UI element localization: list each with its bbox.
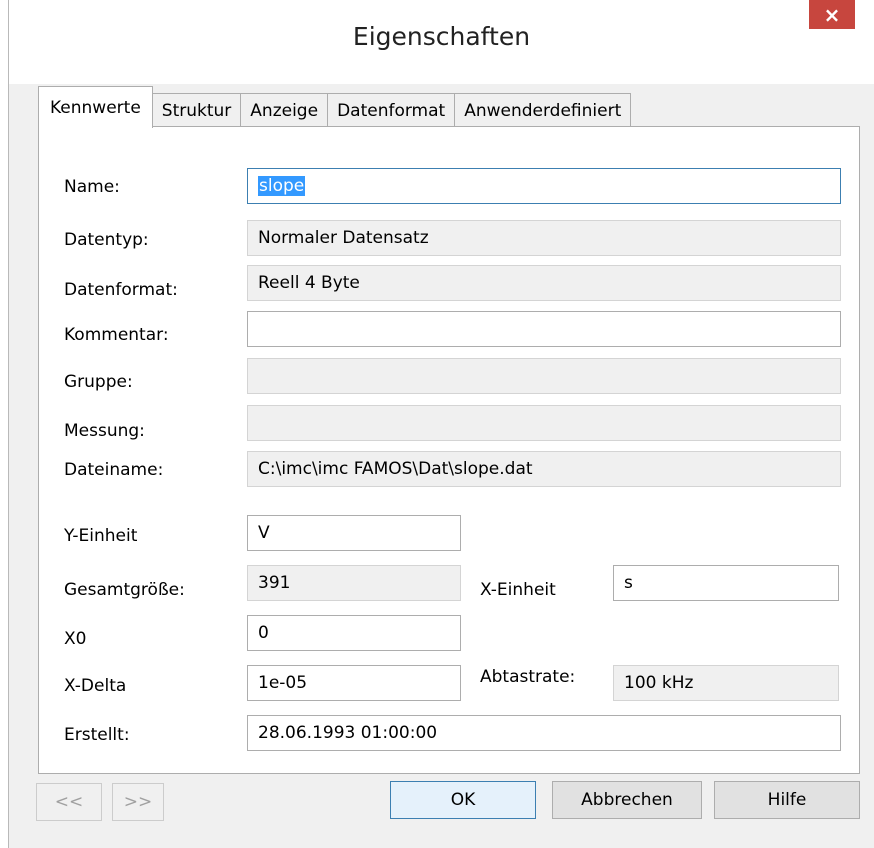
- help-button[interactable]: Hilfe: [714, 781, 860, 819]
- name-value: slope: [258, 176, 306, 196]
- gesamtgroesse-field: 391: [247, 565, 461, 601]
- datenformat-label: Datenformat:: [64, 280, 178, 300]
- erstellt-input[interactable]: 28.06.1993 01:00:00: [247, 715, 841, 751]
- title-bar: Eigenschaften ×: [9, 0, 874, 84]
- tab-struktur[interactable]: Struktur: [151, 93, 242, 127]
- dateiname-label: Dateiname:: [64, 460, 164, 480]
- x0-label: X0: [64, 629, 87, 649]
- tab-kennwerte[interactable]: Kennwerte: [38, 86, 153, 128]
- erstellt-label: Erstellt:: [64, 725, 130, 745]
- kommentar-label: Kommentar:: [64, 325, 169, 345]
- tab-anwenderdefiniert[interactable]: Anwenderdefiniert: [454, 93, 632, 127]
- next-button[interactable]: >>: [112, 783, 164, 821]
- x-delta-label: X-Delta: [64, 676, 127, 696]
- close-button[interactable]: ×: [809, 0, 855, 29]
- properties-dialog: Eigenschaften × Kennwerte Struktur Anzei…: [8, 0, 874, 848]
- tab-datenformat[interactable]: Datenformat: [327, 93, 456, 127]
- datentyp-field: Normaler Datensatz: [247, 220, 841, 256]
- ok-button[interactable]: OK: [390, 781, 536, 819]
- gruppe-field: [247, 358, 841, 394]
- messung-field: [247, 405, 841, 441]
- y-einheit-input[interactable]: V: [247, 515, 461, 551]
- x-delta-input[interactable]: 1e-05: [247, 665, 461, 701]
- dateiname-field: C:\imc\imc FAMOS\Dat\slope.dat: [247, 451, 841, 487]
- abtastrate-field: 100 kHz: [613, 665, 839, 701]
- x-einheit-input[interactable]: s: [613, 565, 839, 601]
- previous-button[interactable]: <<: [36, 783, 102, 821]
- close-icon: ×: [823, 2, 841, 27]
- x0-input[interactable]: 0: [247, 615, 461, 651]
- gesamtgroesse-label: Gesamtgröße:: [64, 580, 185, 600]
- abtastrate-label: Abtastrate:: [480, 667, 576, 687]
- tab-panel-kennwerte: Name: slope Datentyp: Normaler Datensatz…: [38, 126, 860, 774]
- dialog-title: Eigenschaften: [352, 22, 531, 51]
- x-einheit-label: X-Einheit: [480, 580, 556, 600]
- name-label: Name:: [64, 177, 120, 197]
- datentyp-label: Datentyp:: [64, 230, 149, 250]
- gruppe-label: Gruppe:: [64, 372, 133, 392]
- y-einheit-label: Y-Einheit: [64, 526, 138, 546]
- messung-label: Messung:: [64, 421, 145, 441]
- kommentar-input[interactable]: [247, 311, 841, 347]
- cancel-button[interactable]: Abbrechen: [552, 781, 702, 819]
- name-input[interactable]: slope: [247, 168, 841, 204]
- tab-strip: Kennwerte Struktur Anzeige Datenformat A…: [38, 86, 632, 128]
- tab-anzeige[interactable]: Anzeige: [240, 93, 329, 127]
- datenformat-field: Reell 4 Byte: [247, 265, 841, 301]
